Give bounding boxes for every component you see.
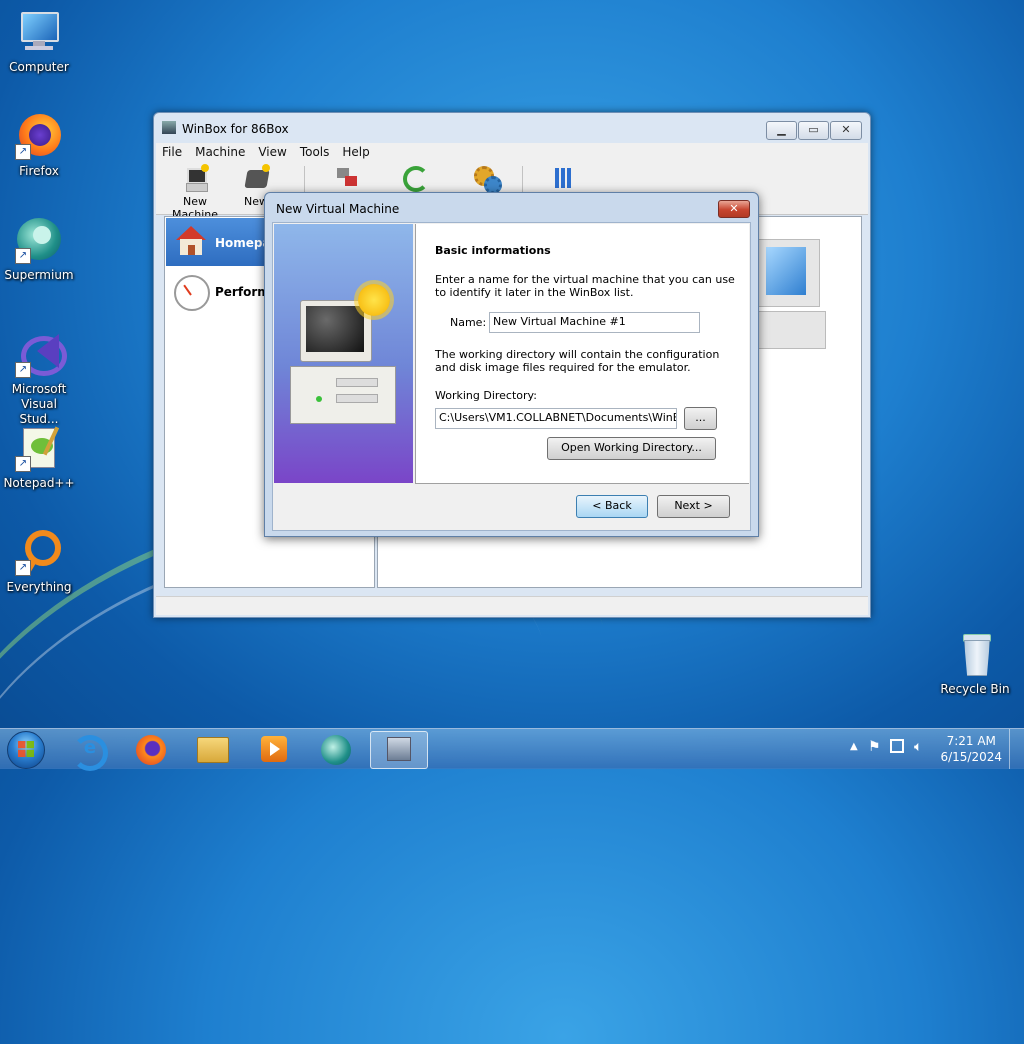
windows-button[interactable] xyxy=(548,164,578,195)
start-button[interactable] xyxy=(7,731,45,769)
dialog-body: Basic informations Enter a name for the … xyxy=(272,222,751,531)
desktop-icon-recycle-bin[interactable]: Recycle Bin xyxy=(936,630,1014,696)
windows-logo-icon xyxy=(18,741,34,757)
section-heading: Basic informations xyxy=(435,244,551,257)
refresh-icon xyxy=(401,164,429,192)
close-button[interactable]: ✕ xyxy=(830,121,862,140)
recycle-bin-icon xyxy=(951,630,999,678)
desktop-icon-label: Notepad++ xyxy=(3,476,75,490)
title-bar[interactable]: WinBox for 86Box ▁ ▭ ✕ xyxy=(154,113,870,143)
folder-icon xyxy=(197,737,229,763)
taskbar-winbox[interactable] xyxy=(370,731,428,769)
mouse-cursor xyxy=(540,452,546,466)
desktop-icon-label: Everything xyxy=(6,580,72,594)
wizard-banner-image xyxy=(274,224,413,483)
supermium-icon xyxy=(321,735,351,765)
desktop-icon-label: Microsoft Visual Stud... xyxy=(11,382,67,426)
window-title: WinBox for 86Box xyxy=(182,122,289,136)
computer-illustration xyxy=(758,235,838,349)
firefox-icon: ↗ xyxy=(15,112,63,160)
taskbar: e ▲ ⚑ 🔈︎ 7:21 AM 6/15/2024 xyxy=(0,728,1024,771)
menu-file[interactable]: File xyxy=(156,143,189,161)
taskbar-media-player[interactable] xyxy=(246,731,302,767)
minimize-button[interactable]: ▁ xyxy=(766,121,797,140)
show-desktop-button[interactable] xyxy=(1009,729,1024,769)
workdir-info-text: The working directory will contain the c… xyxy=(435,348,720,374)
computer-icon xyxy=(15,8,63,56)
taskbar-clock[interactable]: 7:21 AM 6/15/2024 xyxy=(940,733,1002,765)
copy-icon xyxy=(333,164,361,192)
taskbar-firefox[interactable] xyxy=(123,731,179,767)
desktop-icon-notepadpp[interactable]: ↗ Notepad++ xyxy=(0,424,78,490)
action-center-flag-icon[interactable]: ⚑ xyxy=(868,739,881,755)
clock-time: 7:21 AM xyxy=(946,734,996,748)
taskbar-supermium[interactable] xyxy=(308,731,364,767)
media-player-icon xyxy=(261,736,287,762)
volume-muted-icon[interactable]: 🔈︎ xyxy=(914,739,922,755)
menu-view[interactable]: View xyxy=(252,143,293,161)
menu-machine[interactable]: Machine xyxy=(189,143,252,161)
notepadpp-icon: ↗ xyxy=(15,424,63,472)
network-icon[interactable] xyxy=(890,739,904,753)
new-vm-dialog: New Virtual Machine ✕ Basic informations… xyxy=(264,192,759,537)
browse-button[interactable]: ... xyxy=(684,407,717,430)
status-bar xyxy=(156,596,868,615)
menu-tools[interactable]: Tools xyxy=(294,143,337,161)
copy-machine-button[interactable] xyxy=(332,164,362,195)
workdir-input[interactable]: C:\Users\VM1.COLLABNET\Documents\WinBox … xyxy=(435,408,677,429)
dialog-close-button[interactable]: ✕ xyxy=(718,200,750,218)
name-label: Name: xyxy=(450,316,487,329)
workdir-label: Working Directory: xyxy=(435,389,537,402)
visual-studio-icon: ↗ xyxy=(15,330,67,378)
open-working-directory-button[interactable]: Open Working Directory... xyxy=(547,437,716,460)
wizard-content: Basic informations Enter a name for the … xyxy=(415,224,749,484)
desktop-icon-everything[interactable]: ↗ Everything xyxy=(0,528,78,594)
desktop-icon-visual-studio[interactable]: ↗ Microsoft Visual Stud... xyxy=(0,330,78,427)
intro-text: Enter a name for the virtual machine tha… xyxy=(435,273,735,299)
refresh-button[interactable] xyxy=(400,164,430,195)
firefox-icon xyxy=(136,735,166,765)
winbox-icon xyxy=(387,737,411,761)
supermium-icon: ↗ xyxy=(15,216,63,264)
desktop-icon-supermium[interactable]: ↗ Supermium xyxy=(0,216,78,282)
name-input[interactable]: New Virtual Machine #1 xyxy=(489,312,700,333)
sun-icon xyxy=(358,284,390,316)
menu-bar: File Machine View Tools Help xyxy=(156,143,868,162)
taskbar-internet-explorer[interactable]: e xyxy=(62,731,118,771)
show-hidden-icons-chevron-icon[interactable]: ▲ xyxy=(850,741,858,752)
gear-icon xyxy=(470,164,502,194)
maximize-button[interactable]: ▭ xyxy=(798,121,829,140)
clock-date: 6/15/2024 xyxy=(940,750,1002,764)
taskbar-explorer[interactable] xyxy=(185,731,241,767)
dialog-title: New Virtual Machine xyxy=(276,202,400,216)
next-button[interactable]: Next > xyxy=(657,495,730,518)
back-button[interactable]: < Back xyxy=(576,495,648,518)
desktop-icon-label: Supermium xyxy=(4,268,74,282)
new-machine-icon xyxy=(181,164,209,192)
desktop-icon-label: Recycle Bin xyxy=(940,682,1010,696)
new-disk-icon xyxy=(242,164,270,192)
winbox-app-icon xyxy=(162,121,176,134)
settings-button[interactable] xyxy=(468,164,502,195)
new-machine-button[interactable]: New Machine xyxy=(162,164,228,221)
desktop-icon-label: Computer xyxy=(9,60,69,74)
desktop-icon-computer[interactable]: Computer xyxy=(0,8,78,74)
internet-explorer-icon: e xyxy=(72,735,108,771)
desktop-icon-label: Firefox xyxy=(19,164,59,178)
performance-gauge-icon xyxy=(174,275,210,311)
home-icon xyxy=(174,226,206,256)
system-tray: ▲ ⚑ 🔈︎ 7:21 AM 6/15/2024 xyxy=(834,729,1024,769)
menu-help[interactable]: Help xyxy=(336,143,376,161)
everything-icon: ↗ xyxy=(15,528,63,576)
desktop-icon-firefox[interactable]: ↗ Firefox xyxy=(0,112,78,178)
windows-icon xyxy=(549,164,577,192)
